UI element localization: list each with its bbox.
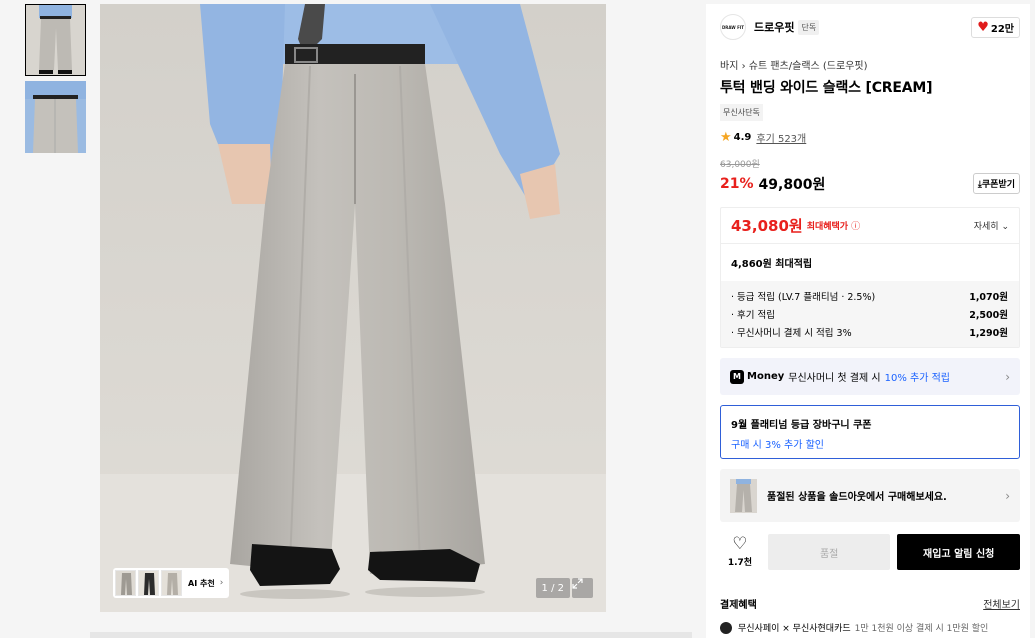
heart-icon: ♥ — [977, 19, 989, 35]
max-benefit-price: 43,080원 — [731, 217, 803, 235]
points-line-value: 1,290원 — [969, 328, 1008, 339]
payment-benefit-line[interactable]: 무신사페이 × 무신사현대카드 1만 1천원 이상 결제 시 1만원 할인 — [720, 621, 1020, 634]
max-points: 4,860원 최대적립 — [731, 259, 813, 270]
points-line: · 무신사머니 결제 시 적립 3% 1,290원 — [731, 323, 1008, 341]
ai-recommend-chip[interactable]: AI 추천 › — [113, 568, 230, 598]
detail-toggle[interactable]: 자세히 ⌄ — [974, 219, 1009, 232]
points-breakdown: · 등급 적립 (LV.7 플래티넘 · 2.5%) 1,070원 · 후기 적… — [721, 281, 1019, 347]
payment-benefit-title: 결제혜택 — [720, 600, 757, 611]
info-icon[interactable]: ⓘ — [851, 219, 860, 232]
product-title: 투턱 밴딩 와이드 슬랙스 [CREAM] — [720, 80, 933, 96]
payment-line-sub: 1만 1천원 이상 결제 시 1만원 할인 — [854, 624, 989, 634]
brand-name[interactable]: 드로우핏 — [754, 19, 794, 35]
rating-row: ★ 4.9 후기 523개 — [720, 130, 1020, 145]
original-price: 63,000원 — [720, 160, 760, 170]
exclusive-tag: 무신사단독 — [720, 104, 763, 121]
restock-alert-button[interactable]: 재입고 알림 신청 — [897, 534, 1020, 570]
exclusive-badge: 단독 — [798, 19, 820, 35]
payment-benefit-header: 결제혜택 전체보기 — [720, 596, 1020, 611]
discount-rate: 21% — [720, 175, 754, 192]
money-brand: Money — [747, 371, 785, 382]
breadcrumb-category[interactable]: 바지 — [720, 61, 738, 72]
rating-score: 4.9 — [733, 132, 752, 143]
soldout-text: 품절된 상품을 솔드아웃에서 구매해보세요. — [767, 492, 947, 503]
points-line-value: 2,500원 — [969, 310, 1008, 321]
soldout-banner[interactable]: 품절된 상품을 솔드아웃에서 구매해보세요. › — [720, 469, 1020, 522]
max-benefit-label: 최대혜택가 — [806, 222, 849, 232]
chevron-down-icon: ⌄ — [1001, 222, 1009, 232]
brand-like-count: 22만 — [990, 23, 1014, 35]
product-page: AI 추천 › 1 / 2 DRAW FIT 드로우핏 단독 ♥ 22만 바지 … — [0, 0, 1035, 638]
money-highlight: 10% 추가 적립 — [884, 373, 950, 384]
coupon-button[interactable]: ⤓쿠폰받기 — [972, 173, 1020, 194]
chevron-right-icon: › — [1005, 488, 1010, 503]
image-pager: 1 / 2 — [535, 578, 570, 598]
brand-like-button[interactable]: ♥ 22만 — [971, 16, 1020, 38]
soldout-button[interactable]: 품절 — [767, 534, 891, 570]
price-row: 21% 49,800원 ⤓쿠폰받기 — [720, 173, 1020, 194]
cart-coupon-sub: 구매 시 3% 추가 할인 — [731, 440, 824, 451]
payment-line-main: 무신사페이 × 무신사현대카드 — [738, 624, 851, 634]
ai-thumb-1 — [115, 570, 136, 596]
brand-logo[interactable]: DRAW FIT — [720, 14, 746, 40]
ai-thumb-2 — [138, 570, 159, 596]
cart-coupon-box[interactable]: 9월 플래티넘 등급 장바구니 쿠폰 구매 시 3% 추가 할인 — [720, 405, 1020, 459]
soldout-thumbnail — [730, 478, 757, 513]
points-line-value: 1,070원 — [969, 292, 1008, 303]
breadcrumb-subcategory[interactable]: 슈트 팬츠/슬랙스 (드로우핏) — [749, 61, 868, 72]
coupon-button-label: 쿠폰받기 — [981, 180, 1015, 190]
money-text: 무신사머니 첫 결제 시 — [788, 373, 881, 384]
card-icon — [720, 621, 732, 634]
points-line: · 후기 적립 2,500원 — [731, 305, 1008, 323]
sale-price: 49,800원 — [758, 176, 826, 193]
max-benefit-header[interactable]: 43,080원 최대혜택가 ⓘ 자세히 ⌄ — [721, 208, 1019, 244]
section-divider — [90, 632, 692, 638]
product-info-panel: DRAW FIT 드로우핏 단독 ♥ 22만 바지 › 슈트 팬츠/슬랙스 (드… — [706, 4, 1030, 638]
product-like-button[interactable]: ♡ 1.7천 — [720, 534, 760, 569]
ai-recommend-label: AI 추천 — [188, 578, 215, 588]
points-line-label: · 등급 적립 (LV.7 플래티넘 · 2.5%) — [731, 292, 876, 303]
star-icon: ★ — [720, 130, 732, 145]
breadcrumb-separator-icon: › — [741, 61, 749, 72]
musinsa-money-banner[interactable]: M Money 무신사머니 첫 결제 시 10% 추가 적립 › — [720, 358, 1020, 395]
points-line: · 등급 적립 (LV.7 플래티넘 · 2.5%) 1,070원 — [731, 287, 1008, 305]
thumbnail-1[interactable] — [25, 4, 86, 76]
cart-coupon-title: 9월 플래티넘 등급 장바구니 쿠폰 — [731, 420, 872, 431]
points-line-label: · 후기 적립 — [731, 310, 776, 321]
thumbnail-2[interactable] — [25, 81, 86, 153]
chevron-right-icon: › — [1005, 369, 1010, 384]
brand-row: DRAW FIT 드로우핏 단독 ♥ 22만 — [720, 4, 1020, 50]
max-benefit-box: 43,080원 최대혜택가 ⓘ 자세히 ⌄ 4,860원 최대적립 · 등급 적… — [720, 207, 1020, 348]
breadcrumb: 바지 › 슈트 팬츠/슬랙스 (드로우핏) — [720, 57, 1020, 72]
heart-outline-icon: ♡ — [732, 534, 748, 554]
money-icon: M — [730, 369, 744, 384]
expand-icon[interactable] — [572, 578, 593, 598]
detail-toggle-label: 자세히 — [973, 222, 999, 232]
review-link[interactable]: 후기 523개 — [756, 130, 806, 145]
action-row: ♡ 1.7천 품절 재입고 알림 신청 — [720, 532, 1020, 572]
points-line-label: · 무신사머니 결제 시 적립 3% — [731, 328, 852, 339]
product-main-image[interactable]: AI 추천 › 1 / 2 — [100, 4, 606, 612]
ai-thumb-3 — [161, 570, 182, 596]
product-like-count: 1.7천 — [727, 558, 753, 568]
scroll-gutter — [1030, 0, 1035, 638]
thumbnail-list — [25, 4, 87, 158]
chevron-right-icon: › — [219, 578, 224, 588]
view-all-link[interactable]: 전체보기 — [983, 596, 1020, 611]
